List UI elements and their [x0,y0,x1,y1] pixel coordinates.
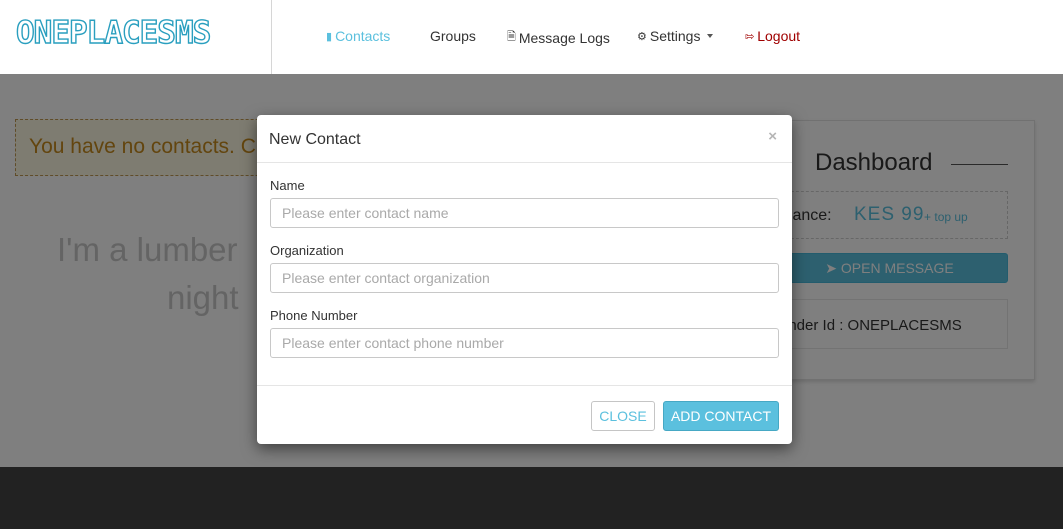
book-icon: ▮ [326,30,333,43]
new-contact-modal: New Contact × Name Organization Phone Nu… [257,115,792,444]
top-navbar: ONEPLACESMS ▮ Contacts Groups 🗎 Message … [0,0,1063,74]
nav-contacts[interactable]: ▮ Contacts [326,28,390,44]
gears-icon: ⚙ [637,30,647,43]
brand-area: ONEPLACESMS [0,0,272,74]
organization-label: Organization [270,243,344,258]
nav-settings[interactable]: ⚙ Settings [637,28,714,44]
organization-input[interactable] [270,263,779,293]
nav-groups-label: Groups [430,28,476,44]
nav-message-logs-label: Message Logs [518,29,610,46]
nav-groups[interactable]: Groups [430,28,476,44]
caret-down-icon [707,34,714,38]
nav-logout[interactable]: ⇰ Logout [745,28,800,44]
add-contact-button[interactable]: ADD CONTACT [663,401,779,431]
modal-footer: CLOSE ADD CONTACT [257,385,792,444]
brand-logo[interactable]: ONEPLACESMS [15,14,212,51]
name-input[interactable] [270,198,779,228]
modal-title: New Contact [269,131,361,148]
phone-number-input[interactable] [270,328,779,358]
close-icon[interactable]: × [768,128,777,145]
name-label: Name [270,178,305,193]
nav-settings-label: Settings [649,28,701,44]
modal-header: New Contact × [257,115,792,163]
phone-number-label: Phone Number [270,308,358,323]
nav-message-logs[interactable]: 🗎 Message Logs [507,28,610,47]
page-footer [0,467,1063,529]
nav-contacts-label: Contacts [335,28,391,44]
close-button[interactable]: CLOSE [591,401,655,431]
file-icon: 🗎 [507,31,516,43]
sign-out-icon: ⇰ [745,30,755,43]
nav-logout-label: Logout [757,28,801,44]
